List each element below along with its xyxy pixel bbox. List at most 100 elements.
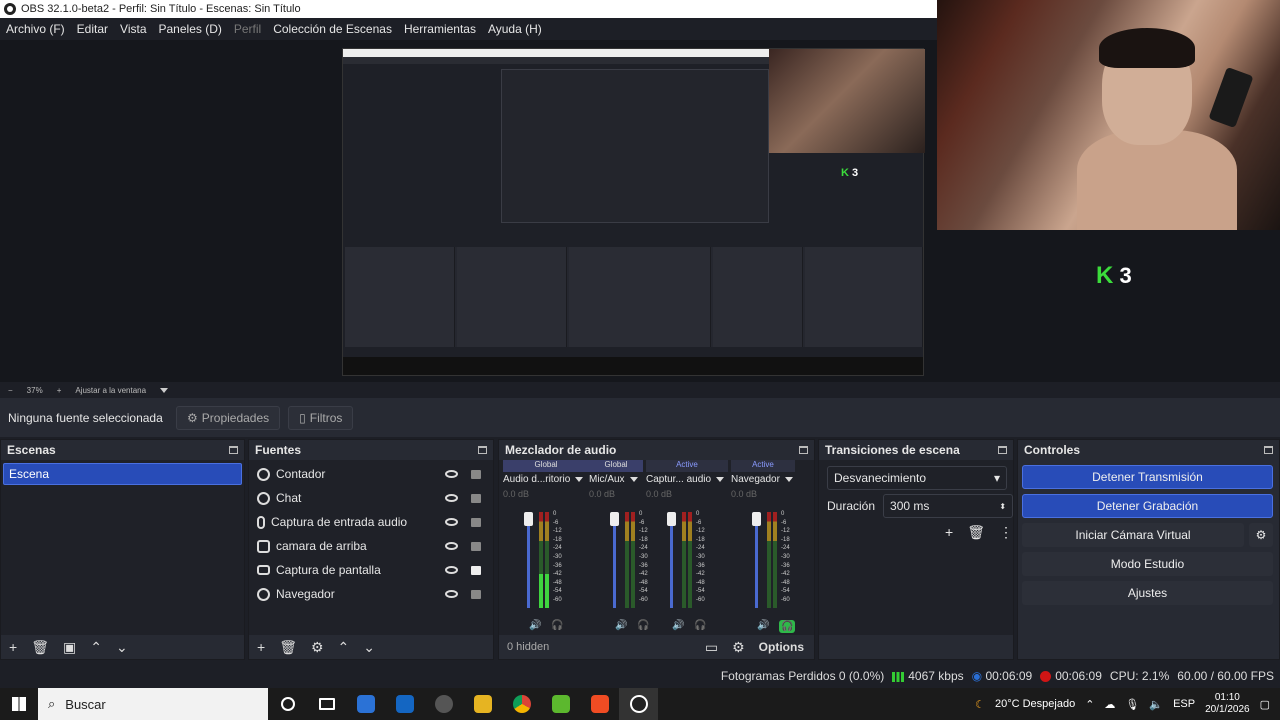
clock[interactable]: 01:10 20/1/2026 (1205, 692, 1250, 716)
gear-icon[interactable]: ⚙ (311, 639, 324, 656)
properties-button[interactable]: ⚙ Propiedades (176, 405, 281, 430)
eye-icon[interactable] (445, 470, 458, 478)
channel-name-select[interactable]: Mic/Aux (589, 474, 643, 485)
chrome-icon[interactable] (502, 688, 541, 720)
volume-fader[interactable] (755, 520, 758, 608)
popout-icon[interactable] (998, 446, 1007, 454)
headphones-icon[interactable]: 🎧 (779, 620, 796, 633)
source-row[interactable]: Chat (249, 486, 493, 510)
stop-stream-button[interactable]: Detener Transmisión (1022, 465, 1273, 489)
move-up-icon[interactable]: ⌃ (338, 639, 350, 656)
channel-name-select[interactable]: Navegador (731, 474, 795, 485)
move-down-icon[interactable]: ⌄ (116, 639, 128, 656)
zoom-in-button[interactable]: + (57, 386, 62, 395)
microphone-icon[interactable]: 🎙 (1125, 698, 1139, 711)
eye-icon[interactable] (445, 590, 458, 598)
eye-icon[interactable] (445, 494, 458, 502)
notifications-icon[interactable]: ▢ (1260, 698, 1270, 711)
move-up-icon[interactable]: ⌃ (90, 639, 102, 656)
transition-select[interactable]: Desvanecimiento ▾ (827, 466, 1007, 490)
trash-icon[interactable]: 🗑 (31, 639, 49, 656)
lock-icon[interactable] (471, 493, 481, 503)
network-icon[interactable]: ☁ (1104, 698, 1115, 711)
menu-herramientas[interactable]: Herramientas (404, 22, 476, 36)
lock-icon[interactable] (471, 541, 481, 551)
gear-icon[interactable]: ⚙ (1249, 523, 1273, 547)
add-transition-button[interactable]: + (945, 524, 953, 540)
menu-editar[interactable]: Editar (77, 22, 108, 36)
lock-icon[interactable] (471, 469, 481, 479)
menu-archivo[interactable]: Archivo (F) (6, 22, 65, 36)
studio-mode-button[interactable]: Modo Estudio (1022, 552, 1273, 576)
headphones-icon[interactable]: 🎧 (551, 620, 563, 631)
spinner-icon[interactable]: ⬍ (999, 502, 1006, 511)
gear-icon[interactable]: ⚙ (732, 639, 745, 656)
game-icon[interactable] (541, 688, 580, 720)
windows-start-button[interactable] (0, 688, 38, 720)
add-scene-button[interactable]: + (9, 639, 17, 655)
menu-coleccion-escenas[interactable]: Colección de Escenas (273, 22, 392, 36)
source-row[interactable]: Contador (249, 462, 493, 486)
menu-vista[interactable]: Vista (120, 22, 146, 36)
scene-filters-icon[interactable]: ▣ (63, 639, 76, 656)
language-indicator[interactable]: ESP (1173, 698, 1195, 710)
taskbar-search[interactable]: ⌕ Buscar (38, 688, 268, 720)
outlook-icon[interactable] (385, 688, 424, 720)
popout-icon[interactable] (1264, 446, 1273, 454)
popout-icon[interactable] (478, 446, 487, 454)
more-options-icon[interactable]: ⋮ (999, 524, 1013, 541)
volume-fader[interactable] (613, 520, 616, 608)
headphones-icon[interactable]: 🎧 (694, 620, 706, 631)
move-down-icon[interactable]: ⌄ (363, 639, 375, 656)
trash-icon[interactable]: 🗑 (279, 639, 297, 656)
popout-icon[interactable] (799, 446, 808, 454)
filters-button[interactable]: ▯ Filtros (288, 405, 354, 430)
volume-icon[interactable]: 🔊 (757, 620, 769, 631)
mixer-options-button[interactable]: Options (759, 640, 804, 654)
cortana-icon[interactable] (268, 688, 307, 720)
volume-icon[interactable]: 🔊 (615, 620, 627, 631)
channel-name-select[interactable]: Captur... audio (646, 474, 728, 485)
menu-ayuda[interactable]: Ayuda (H) (488, 22, 542, 36)
fader-knob[interactable] (610, 512, 619, 526)
channel-name-select[interactable]: Audio d...ritorio (503, 474, 589, 485)
popout-icon[interactable] (229, 446, 238, 454)
app-icon[interactable] (424, 688, 463, 720)
stop-recording-button[interactable]: Detener Grabación (1022, 494, 1273, 518)
source-row[interactable]: camara de arriba (249, 534, 493, 558)
volume-fader[interactable] (527, 520, 530, 608)
eye-icon[interactable] (445, 566, 458, 574)
virtual-camera-button[interactable]: Iniciar Cámara Virtual (1022, 523, 1244, 547)
lock-icon[interactable] (471, 517, 481, 527)
chevron-down-icon[interactable] (160, 387, 169, 393)
volume-icon[interactable]: 🔈 (1149, 698, 1163, 711)
volume-fader[interactable] (670, 520, 673, 608)
file-explorer-icon[interactable] (463, 688, 502, 720)
source-row[interactable]: Captura de entrada audio (249, 510, 493, 534)
weather-text[interactable]: 20°C Despejado (995, 698, 1075, 710)
zoom-out-button[interactable]: − (8, 386, 13, 395)
fader-knob[interactable] (524, 512, 533, 526)
add-source-button[interactable]: + (257, 639, 265, 655)
obs-taskbar-icon[interactable] (619, 688, 658, 720)
volume-icon[interactable]: 🔊 (529, 620, 541, 631)
source-row[interactable]: Captura de pantalla (249, 558, 493, 582)
duration-input[interactable]: 300 ms ⬍ (883, 494, 1014, 518)
menu-paneles[interactable]: Paneles (D) (159, 22, 222, 36)
chevron-up-icon[interactable]: ⌃ (1085, 698, 1094, 711)
fader-knob[interactable] (667, 512, 676, 526)
lock-icon[interactable] (471, 589, 481, 599)
trash-icon[interactable]: 🗑 (967, 524, 985, 541)
scene-item[interactable]: Escena (3, 463, 242, 485)
lock-icon[interactable] (471, 565, 481, 575)
layout-icon[interactable]: ▭ (705, 639, 718, 656)
task-view-icon[interactable] (307, 688, 346, 720)
eye-icon[interactable] (445, 518, 458, 526)
store-icon[interactable] (346, 688, 385, 720)
fader-knob[interactable] (752, 512, 761, 526)
zoom-fit-label[interactable]: Ajustar a la ventana (75, 386, 146, 395)
eye-icon[interactable] (445, 542, 458, 550)
volume-icon[interactable]: 🔊 (672, 620, 684, 631)
settings-button[interactable]: Ajustes (1022, 581, 1273, 605)
source-row[interactable]: Navegador (249, 582, 493, 606)
